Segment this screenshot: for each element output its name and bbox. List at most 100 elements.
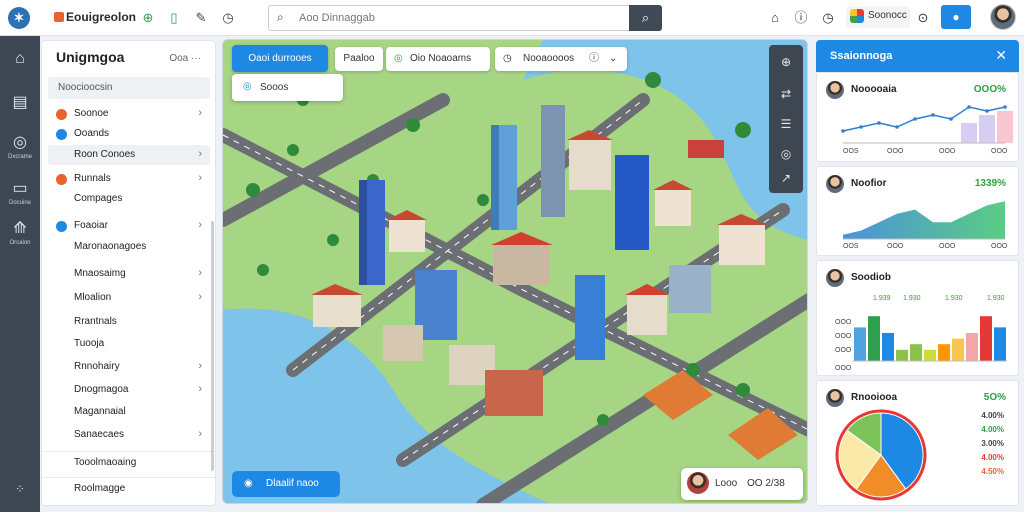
x-tick: OOO <box>939 148 956 155</box>
tab-4-label: Nooaoooos <box>523 53 575 64</box>
sidebar-item[interactable]: Dnogmagoa › <box>48 380 210 400</box>
tab-4[interactable]: ◷ Nooaoooos ⓘ ⌄ <box>495 47 627 71</box>
sidebar-scrollbar[interactable] <box>211 221 214 471</box>
tab-primary[interactable]: Oaoi durrooes <box>232 45 328 72</box>
sidebar-item[interactable]: Roon Conoes › <box>48 145 210 165</box>
sidebar-item[interactable]: Runnals › <box>48 169 210 189</box>
brand-mark-icon <box>54 12 64 22</box>
chevron-right-icon[interactable]: › <box>198 291 202 303</box>
tab-dropdown[interactable]: ◎ Sooos <box>232 74 343 101</box>
history-icon[interactable]: ◷ <box>819 9 837 27</box>
sidebar-item[interactable]: Mnaosaimg › <box>48 264 210 284</box>
sidebar-options[interactable]: Ooa ··· <box>169 53 201 64</box>
close-icon[interactable]: ✕ <box>995 47 1007 64</box>
rail-home[interactable]: ⌂ <box>0 50 40 84</box>
search-button[interactable]: ⌕ <box>629 5 662 31</box>
sidebar-item[interactable]: Foaoiar › <box>48 216 210 236</box>
chevron-right-icon[interactable]: › <box>198 267 202 279</box>
map-action-chip[interactable]: ◉ Dlaalif naoo <box>232 471 340 497</box>
status-dot-icon <box>56 109 67 120</box>
sidebar-item[interactable]: Maronaonagoes <box>48 237 210 257</box>
rail-globe[interactable]: ◎ Dxcrame <box>0 132 40 166</box>
global-search: ⌕ ⌕ <box>268 5 662 31</box>
clock-icon[interactable]: ◷ <box>220 10 236 26</box>
sidebar-title: Unigmgoa <box>56 49 125 65</box>
chevron-right-icon[interactable]: › <box>198 107 202 119</box>
stat-card-2[interactable]: Noofior 1339% OOS OOO OOO OOO <box>816 166 1019 256</box>
overlay-bar <box>997 111 1013 143</box>
chevron-right-icon[interactable]: › <box>198 360 202 372</box>
top-tick: 1.930 <box>903 295 921 302</box>
app-logo-icon[interactable]: ✶ <box>8 7 30 29</box>
user-name: Looo <box>715 478 738 489</box>
dropdown-item-label: Sooos <box>260 82 289 93</box>
user-avatar <box>687 472 709 494</box>
sidebar-item[interactable]: Rnnohairy › <box>48 357 210 377</box>
sidebar-item[interactable]: Mloalion › <box>48 288 210 308</box>
chevron-right-icon[interactable]: › <box>198 428 202 440</box>
x-tick: OOS <box>843 243 859 250</box>
pointer-icon[interactable]: ↗ <box>769 163 803 193</box>
data-point <box>931 113 935 117</box>
map-chip-label: Dlaalif naoo <box>266 478 319 489</box>
layers-icon[interactable]: ☰ <box>769 109 803 139</box>
bar <box>952 338 964 361</box>
sidebar-footer-item[interactable]: Tooolmaoaing <box>48 453 210 473</box>
settings-icon[interactable]: ⊙ <box>914 9 932 27</box>
info-icon[interactable]: ⓘ <box>589 47 599 71</box>
rail-document[interactable]: ▭ Docuine <box>0 178 40 212</box>
info-icon[interactable]: ⓘ <box>792 9 810 27</box>
chevron-down-icon[interactable]: ⌄ <box>609 47 617 71</box>
sidebar-item-label: Mnaosaimg <box>74 268 126 279</box>
tab-3[interactable]: ◎ Oio Noaoams <box>386 47 490 71</box>
stats-panel: Ssaionnoga ✕ Nooooaia OOO% OOS OOO OOO O… <box>816 40 1019 506</box>
chevron-right-icon[interactable]: › <box>198 219 202 231</box>
workspace-badge[interactable]: Soonocc <box>846 6 910 28</box>
sidebar-item[interactable]: Ooands <box>48 124 210 144</box>
compass-icon[interactable]: ⊕ <box>769 47 803 77</box>
user-avatar[interactable] <box>990 4 1016 30</box>
sidebar-item[interactable]: Magannaial <box>48 402 210 422</box>
bar <box>924 349 936 361</box>
bookmark-icon[interactable]: ▯ <box>166 10 182 26</box>
sidebar-item[interactable]: Tuooja <box>48 334 210 354</box>
sidebar-filter[interactable]: Noocioocsin <box>48 77 210 99</box>
stat-card-3[interactable]: Soodiob 1.939 1.930 1.930 1.930 OOO OOO … <box>816 260 1019 376</box>
sidebar-item[interactable]: Rrantnals <box>48 312 210 332</box>
status-dot-icon <box>56 129 67 140</box>
add-icon[interactable]: ⊕ <box>140 10 156 26</box>
layers-icon: ▤ <box>12 94 28 111</box>
sidebar-item-label: Compages <box>74 193 123 204</box>
rail-label: Orcalon <box>9 240 31 246</box>
search-input[interactable] <box>299 9 619 27</box>
tab-2[interactable]: Paaloo <box>335 47 383 71</box>
apps-grid-icon[interactable]: ⁘ <box>0 482 40 512</box>
city-map[interactable]: Oaoi durrooes Paaloo ◎ Oio Noaoams ◷ Noo… <box>222 39 808 504</box>
home-icon[interactable]: ⌂ <box>766 9 784 27</box>
sidebar-item[interactable]: Sanaecaes › <box>48 425 210 445</box>
bar <box>980 316 992 361</box>
stat-card-1[interactable]: Nooooaia OOO% OOS OOO OOO OOO <box>816 72 1019 162</box>
route-icon[interactable]: ⇄ <box>769 79 803 109</box>
chevron-right-icon[interactable]: › <box>198 148 202 160</box>
data-point <box>1003 105 1007 109</box>
map-user-card[interactable]: Looo OO 2/38 <box>681 468 803 500</box>
rail-layers[interactable]: ▤ <box>0 92 40 126</box>
stat-card-4[interactable]: Rnooiooa 5O% 4.00% 4.00% 3.00% 4.00% 4.5… <box>816 380 1019 506</box>
edit-icon[interactable]: ✎ <box>193 10 209 26</box>
search-icon: ⌕ <box>277 10 284 24</box>
rail-road[interactable]: ⟰ Orcalon <box>0 218 40 252</box>
sidebar-item[interactable]: Soonoe › <box>48 104 210 124</box>
globe-icon: ◎ <box>13 134 27 151</box>
status-dot-icon <box>56 221 67 232</box>
chevron-right-icon[interactable]: › <box>198 383 202 395</box>
user-count: OO 2/38 <box>747 478 785 489</box>
chevron-right-icon[interactable]: › <box>198 172 202 184</box>
sidebar-footer-item[interactable]: Roolmagge <box>48 479 210 499</box>
bar <box>910 344 922 361</box>
primary-action-button[interactable]: ● <box>941 5 971 29</box>
app-brand: Eouigreolon <box>66 10 136 24</box>
sidebar-item[interactable]: Compages <box>48 189 210 209</box>
bar <box>966 333 978 361</box>
panel-title: Ssaionnoga <box>830 50 893 62</box>
